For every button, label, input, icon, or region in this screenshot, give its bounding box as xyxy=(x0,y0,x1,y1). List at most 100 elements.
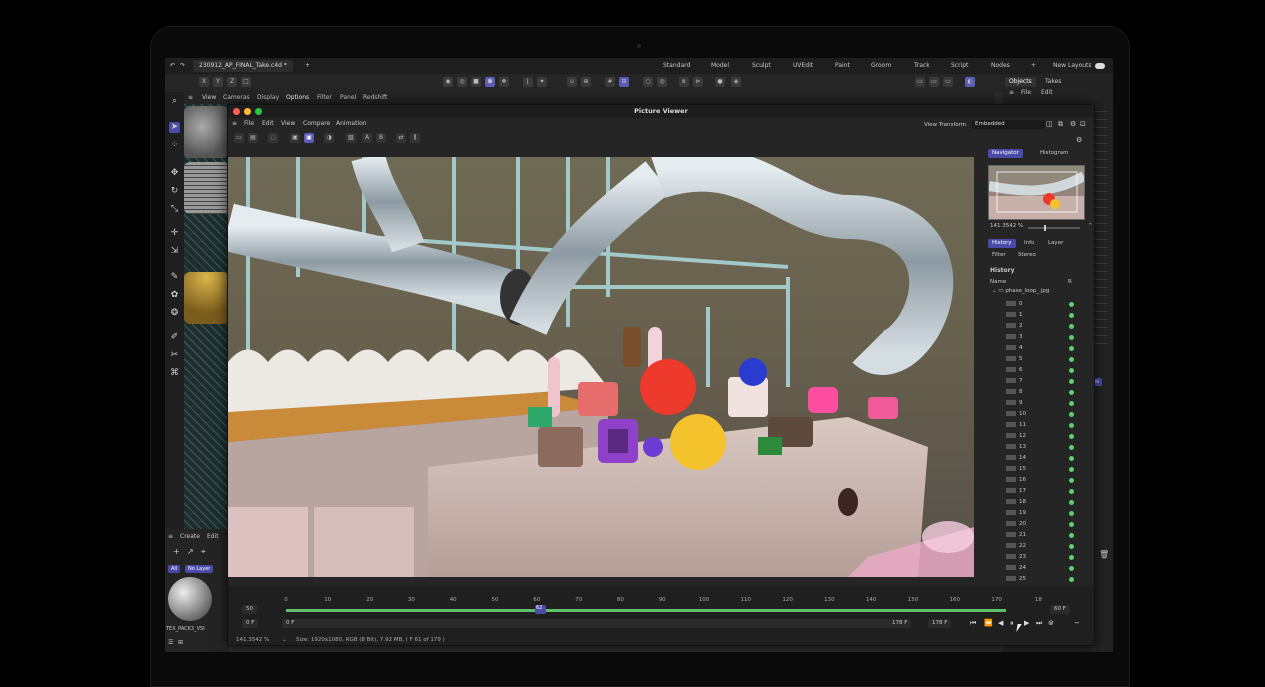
viewport-layout-1-icon[interactable]: ▭ xyxy=(915,77,925,87)
placement-tool-icon[interactable]: ⇲ xyxy=(169,246,180,257)
go-to-end-icon[interactable]: ⏭ xyxy=(1036,619,1042,628)
menu-filter[interactable]: Filter xyxy=(317,94,332,101)
history-frame-row[interactable]: 24 xyxy=(1006,563,1074,574)
history-frame-row[interactable]: 9 xyxy=(1006,398,1074,409)
minus-icon[interactable]: − xyxy=(1074,619,1080,627)
tag-icon[interactable]: ◈ xyxy=(731,77,741,87)
paint-icon[interactable]: ❂ xyxy=(169,308,180,319)
viewport-layout-3-icon[interactable]: ▭ xyxy=(943,77,953,87)
popout-icon[interactable]: ⧉ xyxy=(1058,120,1063,129)
history-frame-row[interactable]: 6 xyxy=(1006,365,1074,376)
view-transform-select[interactable]: Embedded xyxy=(972,120,1045,129)
history-frame-row[interactable]: 21 xyxy=(1006,530,1074,541)
document-tab[interactable]: 230912_AP_FINAL_Take.c4d * xyxy=(193,60,293,72)
sculpt-icon[interactable]: ✿ xyxy=(169,290,180,301)
tab-info[interactable]: Info xyxy=(1020,239,1038,248)
search-icon[interactable]: ⌕ xyxy=(169,96,180,107)
close-button[interactable] xyxy=(233,108,240,115)
menu-edit[interactable]: Edit xyxy=(1041,89,1053,96)
history-frame-row[interactable]: 2 xyxy=(1006,321,1074,332)
floor-icon[interactable]: ⌊ xyxy=(523,77,533,87)
history-frame-row[interactable]: 8 xyxy=(1006,387,1074,398)
new-layouts-button[interactable]: New Layouts xyxy=(1053,62,1092,69)
history-frame-row[interactable]: 0 xyxy=(1006,299,1074,310)
menu-panel[interactable]: Panel xyxy=(340,94,356,101)
move-tool-icon[interactable]: ✥ xyxy=(169,168,180,179)
zoom-stepper-icon[interactable]: ⌃ xyxy=(1088,223,1093,229)
render-region-icon[interactable]: ▣ xyxy=(290,133,300,143)
arrow-icon[interactable]: ↗ xyxy=(187,547,194,556)
history-frame-row[interactable]: 18 xyxy=(1006,497,1074,508)
target-icon[interactable]: ◎ xyxy=(657,77,667,87)
compare-icon[interactable]: ▧ xyxy=(346,133,356,143)
interactive-region-icon[interactable]: ▣ xyxy=(304,133,314,143)
history-frame-row[interactable]: 11 xyxy=(1006,420,1074,431)
end-frame-field[interactable]: 60 F xyxy=(1050,605,1070,614)
select-tool-icon[interactable]: ➤ xyxy=(169,122,180,133)
panel-toggle-icon[interactable]: ◫ xyxy=(1046,120,1053,128)
stop-icon[interactable]: ◌ xyxy=(268,133,278,143)
history-frame-row[interactable]: 25 xyxy=(1006,574,1074,585)
tab-histogram[interactable]: Histogram xyxy=(1036,149,1073,158)
playhead[interactable]: 62 xyxy=(535,605,546,614)
minimize-button[interactable] xyxy=(244,108,251,115)
spline-pen-icon[interactable]: ✎ xyxy=(169,272,180,283)
transform-tool-icon[interactable]: ✛ xyxy=(169,228,180,239)
pv-menu-edit[interactable]: Edit xyxy=(262,120,274,127)
menu-view[interactable]: View xyxy=(202,94,216,101)
trash-icon[interactable]: 🗑 xyxy=(1099,550,1109,559)
magnet-icon[interactable]: ∪ xyxy=(567,77,577,87)
live-select-icon[interactable]: ⁘ xyxy=(169,140,180,151)
tab-history[interactable]: History xyxy=(988,239,1016,248)
menu-edit[interactable]: Edit xyxy=(207,533,219,540)
open-folder-icon[interactable]: ▭ xyxy=(234,133,244,143)
history-frame-row[interactable]: 19 xyxy=(1006,508,1074,519)
knife-icon[interactable]: ✂ xyxy=(169,350,180,361)
history-frame-row[interactable]: 7 xyxy=(1006,376,1074,387)
history-frame-row[interactable]: 12 xyxy=(1006,431,1074,442)
tab-takes[interactable]: Takes xyxy=(1041,77,1065,87)
rotate-tool-icon[interactable]: ↻ xyxy=(169,186,180,197)
coord-system-icon[interactable]: □ xyxy=(241,77,251,87)
history-frame-row[interactable]: 10 xyxy=(1006,409,1074,420)
history-frame-row[interactable]: 1 xyxy=(1006,310,1074,321)
brush-icon[interactable]: ✐ xyxy=(169,332,180,343)
menu-file[interactable]: File xyxy=(1021,89,1031,96)
range-start-field[interactable]: 0 F xyxy=(282,619,890,628)
tab-navigator[interactable]: Navigator xyxy=(988,149,1023,158)
sphere-icon[interactable]: ○ xyxy=(643,77,653,87)
play-forward-icon[interactable]: ▶ xyxy=(1024,619,1029,627)
tab-objects[interactable]: Objects xyxy=(1005,77,1036,87)
pv-menu-compare[interactable]: Compare xyxy=(303,120,330,127)
x-axis-button[interactable]: X xyxy=(199,77,209,87)
pv-menu-animation[interactable]: Animation xyxy=(336,120,367,127)
layout-groom[interactable]: Groom xyxy=(871,62,891,69)
history-frame-row[interactable]: 16 xyxy=(1006,475,1074,486)
cube-icon[interactable]: ■ xyxy=(471,77,481,87)
pause-icon[interactable]: ⏸ xyxy=(1010,619,1014,628)
navigator-thumbnail[interactable] xyxy=(988,165,1085,220)
go-to-start-icon[interactable]: ⏮ xyxy=(970,619,976,628)
prev-frame-icon[interactable]: ⏪ xyxy=(984,619,993,627)
history-frame-row[interactable]: 4 xyxy=(1006,343,1074,354)
fps-field[interactable]: 50 xyxy=(242,605,257,614)
swap-icon[interactable]: ⇄ xyxy=(396,133,406,143)
menu-redshift[interactable]: Redshift xyxy=(363,94,387,101)
save-icon[interactable]: ▤ xyxy=(248,133,258,143)
hamburger-icon[interactable]: ≡ xyxy=(168,533,173,540)
channel-icon[interactable]: ◑ xyxy=(324,133,334,143)
play-backward-icon[interactable]: ◀ xyxy=(998,619,1003,627)
total-frame-field[interactable]: 178 F xyxy=(928,619,952,628)
layout-standard[interactable]: Standard xyxy=(663,62,690,69)
lock-icon[interactable]: ⊡ xyxy=(1080,120,1086,128)
menu-cameras[interactable]: Cameras xyxy=(223,94,250,101)
tab-filter[interactable]: Filter xyxy=(988,251,1010,260)
pv-menu-file[interactable]: File xyxy=(244,120,254,127)
history-frame-row[interactable]: 20 xyxy=(1006,519,1074,530)
compare-b-button[interactable]: B xyxy=(376,133,386,143)
hamburger-icon[interactable]: ≡ xyxy=(232,120,237,127)
start-frame-field[interactable]: 0 F xyxy=(242,619,259,628)
history-frame-row[interactable]: 3 xyxy=(1006,332,1074,343)
settings-icon[interactable]: ⚙ xyxy=(1070,120,1076,128)
layout-model[interactable]: Model xyxy=(711,62,729,69)
